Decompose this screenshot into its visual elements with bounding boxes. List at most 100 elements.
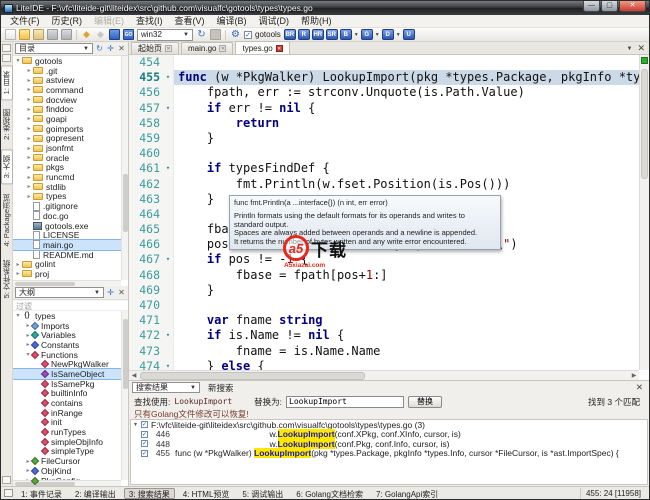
tree-item-README.md[interactable]: README.md — [13, 250, 128, 260]
close-button-icon[interactable]: ✕ — [619, 1, 646, 12]
scroll-right-icon[interactable]: ▶ — [629, 372, 639, 379]
env-selector[interactable]: win32 ▼ — [137, 28, 193, 41]
outline-filter-input[interactable]: 过滤 — [13, 300, 128, 311]
code-line-458[interactable]: 458 return — [129, 115, 639, 131]
new-file-icon[interactable] — [5, 29, 16, 40]
result-file-row[interactable]: ▾ ✓ F:\vfc\liteide-git\liteidex\src\github… — [131, 420, 647, 430]
outline-item-IsSameObject[interactable]: IsSameObject — [13, 368, 128, 380]
code-editor[interactable]: 454 455 ▾ func (w *PkgWalker) LookupImport(… — [129, 55, 649, 380]
code-line-469[interactable]: 469 } — [129, 282, 639, 298]
result-match-row[interactable]: ✓ 448 w.LookupImport(conf.Pkg, conf.Info,… — [131, 438, 647, 449]
menu-find[interactable]: 查找(I) — [130, 15, 169, 27]
outline-item-runTypes[interactable]: runTypes — [13, 427, 128, 437]
tree-item-jsonfmt[interactable]: ▸ jsonfmt — [13, 143, 128, 153]
locate-icon[interactable]: ✛ — [106, 287, 115, 298]
side-tab-classview[interactable]: 2: 类视图 — [2, 104, 12, 145]
result-match-row[interactable]: ✓ 455 func (w *PkgWalker) LookupImport(pkg… — [131, 448, 647, 459]
tab-start-page[interactable]: 起始页 ✕ — [131, 42, 179, 54]
match-checkbox[interactable]: ✓ — [141, 449, 148, 457]
menu-build[interactable]: 编译(B) — [211, 15, 253, 27]
tree-item-gotools.exe[interactable]: gotools.exe — [13, 221, 128, 231]
outline-item-init[interactable]: init — [13, 417, 128, 427]
chevron-down-icon[interactable]: ▼ — [354, 32, 359, 38]
expand-arrow-icon[interactable]: ▸ — [25, 67, 33, 74]
tree-item-command[interactable]: ▸ command — [13, 85, 128, 95]
tree-item-astview[interactable]: ▸ astview — [13, 75, 128, 85]
vscroll-thumb[interactable] — [641, 69, 648, 179]
fold-marker-icon[interactable]: ▾ — [163, 252, 174, 268]
outline-vscrollbar[interactable] — [121, 311, 128, 480]
outline-item-simpleObjInfo[interactable]: simpleObjInfo — [13, 437, 128, 447]
expand-arrow-icon[interactable]: ▾ — [14, 57, 22, 64]
menu-view[interactable]: 查看(V) — [169, 15, 211, 27]
code-line-472[interactable]: 472 ▾ if is.Name != nil { — [129, 328, 639, 344]
outline-item-IsSamePkg[interactable]: IsSamePkg — [13, 379, 128, 389]
code-line-460[interactable]: 460 — [129, 146, 639, 162]
match-checkbox[interactable]: ✓ — [141, 440, 148, 448]
code-line-468[interactable]: 468 fbase = fpath[pos+1:] — [129, 267, 639, 283]
fold-marker-icon[interactable]: ▾ — [163, 358, 174, 370]
tree-item-finddoc[interactable]: ▸ finddoc — [13, 104, 128, 114]
status-tab-html-preview[interactable]: 4: HTML预览 — [178, 488, 235, 499]
outline-item-ObjKind[interactable]: ▸ ObjKind — [13, 466, 128, 476]
explorer-vscrollbar[interactable] — [121, 56, 128, 280]
match-checkbox[interactable]: ✓ — [141, 430, 148, 438]
build-action-d-icon[interactable]: D — [381, 29, 394, 40]
output-view-selector[interactable]: 搜索结果 ▼ — [132, 382, 200, 393]
tree-item-runcmd[interactable]: ▸ runcmd — [13, 172, 128, 182]
open-file-icon[interactable] — [19, 29, 30, 40]
result-match-row[interactable]: ✓ 446 w.LookupImport(conf.XPkg, conf.XInf… — [131, 429, 647, 440]
outline-item-simpleType[interactable]: simpleType — [13, 446, 128, 456]
status-tab-build-output[interactable]: 2: 编译输出 — [70, 488, 121, 499]
file-checkbox[interactable]: ✓ — [141, 421, 148, 429]
panel-toggle-icon[interactable] — [2, 476, 11, 484]
close-icon[interactable]: ✕ — [117, 43, 126, 54]
output-toggle-icon[interactable] — [4, 489, 13, 497]
side-tab-filesystem[interactable]: 5: 文件系统 — [2, 255, 12, 303]
tab-close-icon[interactable]: ✕ — [275, 44, 283, 52]
hscroll-thumb[interactable] — [140, 372, 365, 380]
menu-recent[interactable]: 历史(R) — [46, 15, 89, 27]
explorer-view-selector[interactable]: 目录 ▼ — [15, 43, 93, 54]
outline-item-builtinInfo[interactable]: builtinInfo — [13, 388, 128, 398]
expand-arrow-icon[interactable]: ▸ — [25, 145, 33, 152]
status-tab-godoc-search[interactable]: 6: Golang文档检索 — [291, 488, 368, 499]
expand-arrow-icon[interactable]: ▾ — [14, 312, 22, 319]
tab-close-icon[interactable]: ✕ — [219, 45, 227, 52]
reload-env-icon[interactable]: ↻ — [196, 29, 207, 40]
forward-icon[interactable]: ◆ — [95, 29, 106, 40]
code-line-461[interactable]: 461 ▾ if typesFindDef { — [129, 161, 639, 177]
tree-item-gotools[interactable]: ▾ gotools — [13, 56, 128, 66]
expand-arrow-icon[interactable]: ▸ — [14, 270, 22, 277]
tree-item-stdlib[interactable]: ▸ stdlib — [13, 182, 128, 192]
status-tab-event-log[interactable]: 1: 事件记录 — [16, 488, 67, 499]
outline-item-NewPkgWalker[interactable]: NewPkgWalker — [13, 359, 128, 369]
expand-arrow-icon[interactable]: ▸ — [25, 96, 33, 103]
build-action-br-icon[interactable]: BR — [283, 29, 296, 40]
expand-arrow-icon[interactable]: ▸ — [25, 183, 33, 190]
outline-item-FileCursor[interactable]: ▸ FileCursor — [13, 456, 128, 466]
code-line-455[interactable]: 455 ▾ func (w *PkgWalker) LookupImport(pkg… — [129, 70, 639, 86]
menu-file[interactable]: 文件(F) — [4, 15, 46, 27]
expand-arrow-icon[interactable]: ▸ — [25, 164, 33, 171]
outline-item-contains[interactable]: contains — [13, 398, 128, 408]
tree-item-.gitignore[interactable]: .gitignore — [13, 201, 128, 211]
expand-arrow-icon[interactable]: ▾ — [131, 421, 140, 428]
code-line-454[interactable]: 454 — [129, 55, 639, 71]
fold-marker-icon[interactable]: ▾ — [163, 70, 174, 86]
build-action-g-icon[interactable]: G — [360, 29, 373, 40]
split-panel-icon[interactable] — [2, 54, 11, 62]
expand-arrow-icon[interactable]: ▸ — [25, 86, 33, 93]
code-line-470[interactable]: 470 — [129, 298, 639, 314]
tab-close-icon[interactable]: ✕ — [165, 45, 172, 52]
fold-marker-icon[interactable]: ▾ — [163, 328, 174, 344]
tree-item-main.go[interactable]: main.go — [13, 239, 128, 251]
tree-item-oracle[interactable]: ▸ oracle — [13, 153, 128, 163]
fold-marker-icon[interactable]: ▾ — [163, 100, 174, 116]
expand-arrow-icon[interactable]: ▸ — [25, 135, 33, 142]
build-config-gear-icon[interactable]: ⚙ — [230, 29, 241, 40]
status-tab-goapi-index[interactable]: 7: GolangApi索引 — [371, 488, 443, 499]
editor-vscrollbar[interactable] — [639, 55, 649, 370]
sync-icon[interactable]: ↻ — [95, 43, 104, 54]
scroll-left-icon[interactable]: ◀ — [129, 372, 139, 379]
